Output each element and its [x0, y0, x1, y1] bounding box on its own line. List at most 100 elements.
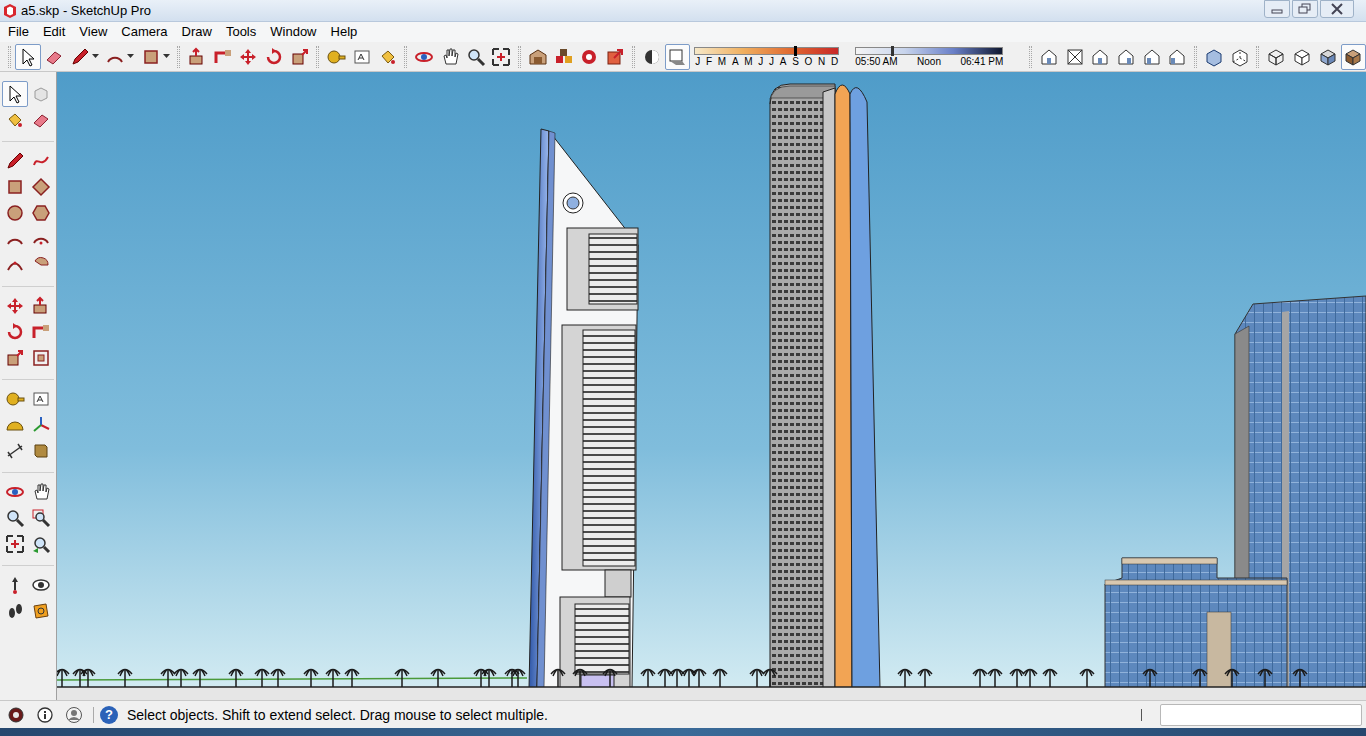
- arc2-tool-button[interactable]: [28, 226, 54, 252]
- user-icon[interactable]: [63, 705, 85, 725]
- share-tool-button[interactable]: [602, 44, 628, 70]
- restore-button[interactable]: [1292, 0, 1318, 18]
- extents-tool-button[interactable]: [489, 44, 515, 70]
- pencil-tool-button[interactable]: [2, 148, 28, 174]
- backedges-tool-button[interactable]: [1227, 44, 1253, 70]
- circle-tool-button[interactable]: [2, 200, 28, 226]
- rotrect-tool-button[interactable]: [28, 174, 54, 200]
- menu-item[interactable]: File: [1, 22, 36, 42]
- time-slider[interactable]: 05:50 AMNoon06:41 PM: [855, 47, 1003, 67]
- offset-tool-button[interactable]: [28, 345, 54, 371]
- date-slider-track[interactable]: [694, 47, 839, 55]
- front-tool-button[interactable]: [1087, 44, 1113, 70]
- followme-tool-button[interactable]: [28, 319, 54, 345]
- extents-tool-button[interactable]: [2, 531, 28, 557]
- extensions-tool-button[interactable]: [577, 44, 603, 70]
- component-tool-button[interactable]: [28, 81, 54, 107]
- dimension-tool-button[interactable]: [2, 438, 28, 464]
- toolbar-grip[interactable]: [1256, 46, 1259, 68]
- zoom-tool-button[interactable]: [2, 505, 28, 531]
- minimize-button[interactable]: [1264, 0, 1290, 18]
- pushpull-tool-button[interactable]: [28, 293, 54, 319]
- rotate-tool-button[interactable]: [261, 44, 287, 70]
- position-tool-button[interactable]: [2, 572, 28, 598]
- toolbar-grip[interactable]: [1029, 46, 1032, 68]
- previous-tool-button[interactable]: [28, 531, 54, 557]
- right-tool-button[interactable]: [1113, 44, 1139, 70]
- textured-tool-button[interactable]: [1341, 44, 1366, 70]
- tape-tool-button[interactable]: [2, 386, 28, 412]
- wireframe-tool-button[interactable]: [1263, 44, 1289, 70]
- left-tool-button[interactable]: [1164, 44, 1190, 70]
- text-tool-button[interactable]: [349, 44, 375, 70]
- toolbar-grip[interactable]: [8, 46, 11, 68]
- move-tool-button[interactable]: [2, 293, 28, 319]
- top-tool-button[interactable]: [1062, 44, 1088, 70]
- close-button[interactable]: [1320, 0, 1354, 18]
- pan-tool-button[interactable]: [28, 479, 54, 505]
- orbit-tool-button[interactable]: [411, 44, 437, 70]
- move-tool-button[interactable]: [235, 44, 261, 70]
- iso-tool-button[interactable]: [1036, 44, 1062, 70]
- menu-item[interactable]: Window: [263, 22, 323, 42]
- axes-tool-button[interactable]: [28, 412, 54, 438]
- arc3-tool-button[interactable]: [2, 252, 28, 278]
- menu-item[interactable]: Tools: [219, 22, 263, 42]
- text3d-tool-button[interactable]: [28, 438, 54, 464]
- rect-tool-button[interactable]: [137, 44, 173, 70]
- section-tool-button[interactable]: [28, 598, 54, 624]
- paint-tool-button[interactable]: [375, 44, 401, 70]
- menu-item[interactable]: Edit: [36, 22, 72, 42]
- back-tool-button[interactable]: [1139, 44, 1165, 70]
- menu-item[interactable]: Help: [324, 22, 365, 42]
- toolbar-grip[interactable]: [177, 46, 180, 68]
- pie-tool-button[interactable]: [28, 252, 54, 278]
- menu-item[interactable]: View: [72, 22, 114, 42]
- date-slider[interactable]: JFMAMJJASOND: [694, 47, 839, 67]
- walk-tool-button[interactable]: [2, 598, 28, 624]
- lookaround-tool-button[interactable]: [28, 572, 54, 598]
- menu-item[interactable]: Camera: [114, 22, 174, 42]
- zoom-tool-button[interactable]: [463, 44, 489, 70]
- text-tool-button[interactable]: [28, 386, 54, 412]
- pan-tool-button[interactable]: [437, 44, 463, 70]
- help-button[interactable]: ?: [100, 706, 118, 724]
- time-slider-track[interactable]: [855, 47, 1003, 55]
- pushpull-tool-button[interactable]: [184, 44, 210, 70]
- xray-tool-button[interactable]: [1201, 44, 1227, 70]
- rect-tool-button[interactable]: [2, 174, 28, 200]
- model-viewport[interactable]: [57, 72, 1366, 700]
- eraser-tool-button[interactable]: [28, 107, 54, 133]
- tape-tool-button[interactable]: [323, 44, 349, 70]
- followme-tool-button[interactable]: [210, 44, 236, 70]
- shaded-tool-button[interactable]: [1315, 44, 1341, 70]
- rotate-tool-button[interactable]: [2, 319, 28, 345]
- toolbar-grip[interactable]: [404, 46, 407, 68]
- protractor-tool-button[interactable]: [2, 412, 28, 438]
- zoomwin-tool-button[interactable]: [28, 505, 54, 531]
- date-slider-thumb[interactable]: [794, 46, 797, 56]
- polygon-tool-button[interactable]: [28, 200, 54, 226]
- scale-tool-button[interactable]: [287, 44, 313, 70]
- components3-tool-button[interactable]: [551, 44, 577, 70]
- info-icon[interactable]: [34, 705, 56, 725]
- toolbar-grip[interactable]: [316, 46, 319, 68]
- toolbar-grip[interactable]: [518, 46, 521, 68]
- orbit-tool-button[interactable]: [2, 479, 28, 505]
- arc-tool-button[interactable]: [102, 44, 138, 70]
- hiddenline-tool-button[interactable]: [1289, 44, 1315, 70]
- measurements-field[interactable]: [1160, 704, 1362, 726]
- toolbar-grip[interactable]: [1194, 46, 1197, 68]
- shadowsettings-tool-button[interactable]: [639, 44, 665, 70]
- warehouse-tool-button[interactable]: [525, 44, 551, 70]
- paint-tool-button[interactable]: [2, 107, 28, 133]
- arc-tool-button[interactable]: [2, 226, 28, 252]
- freehand-tool-button[interactable]: [28, 148, 54, 174]
- toolbar-grip[interactable]: [632, 46, 635, 68]
- scale-tool-button[interactable]: [2, 345, 28, 371]
- geo-location-icon[interactable]: [5, 705, 27, 725]
- eraser-tool-button[interactable]: [41, 44, 67, 70]
- select-tool-button[interactable]: [2, 81, 28, 107]
- menu-item[interactable]: Draw: [175, 22, 219, 42]
- pencil-tool-button[interactable]: [66, 44, 102, 70]
